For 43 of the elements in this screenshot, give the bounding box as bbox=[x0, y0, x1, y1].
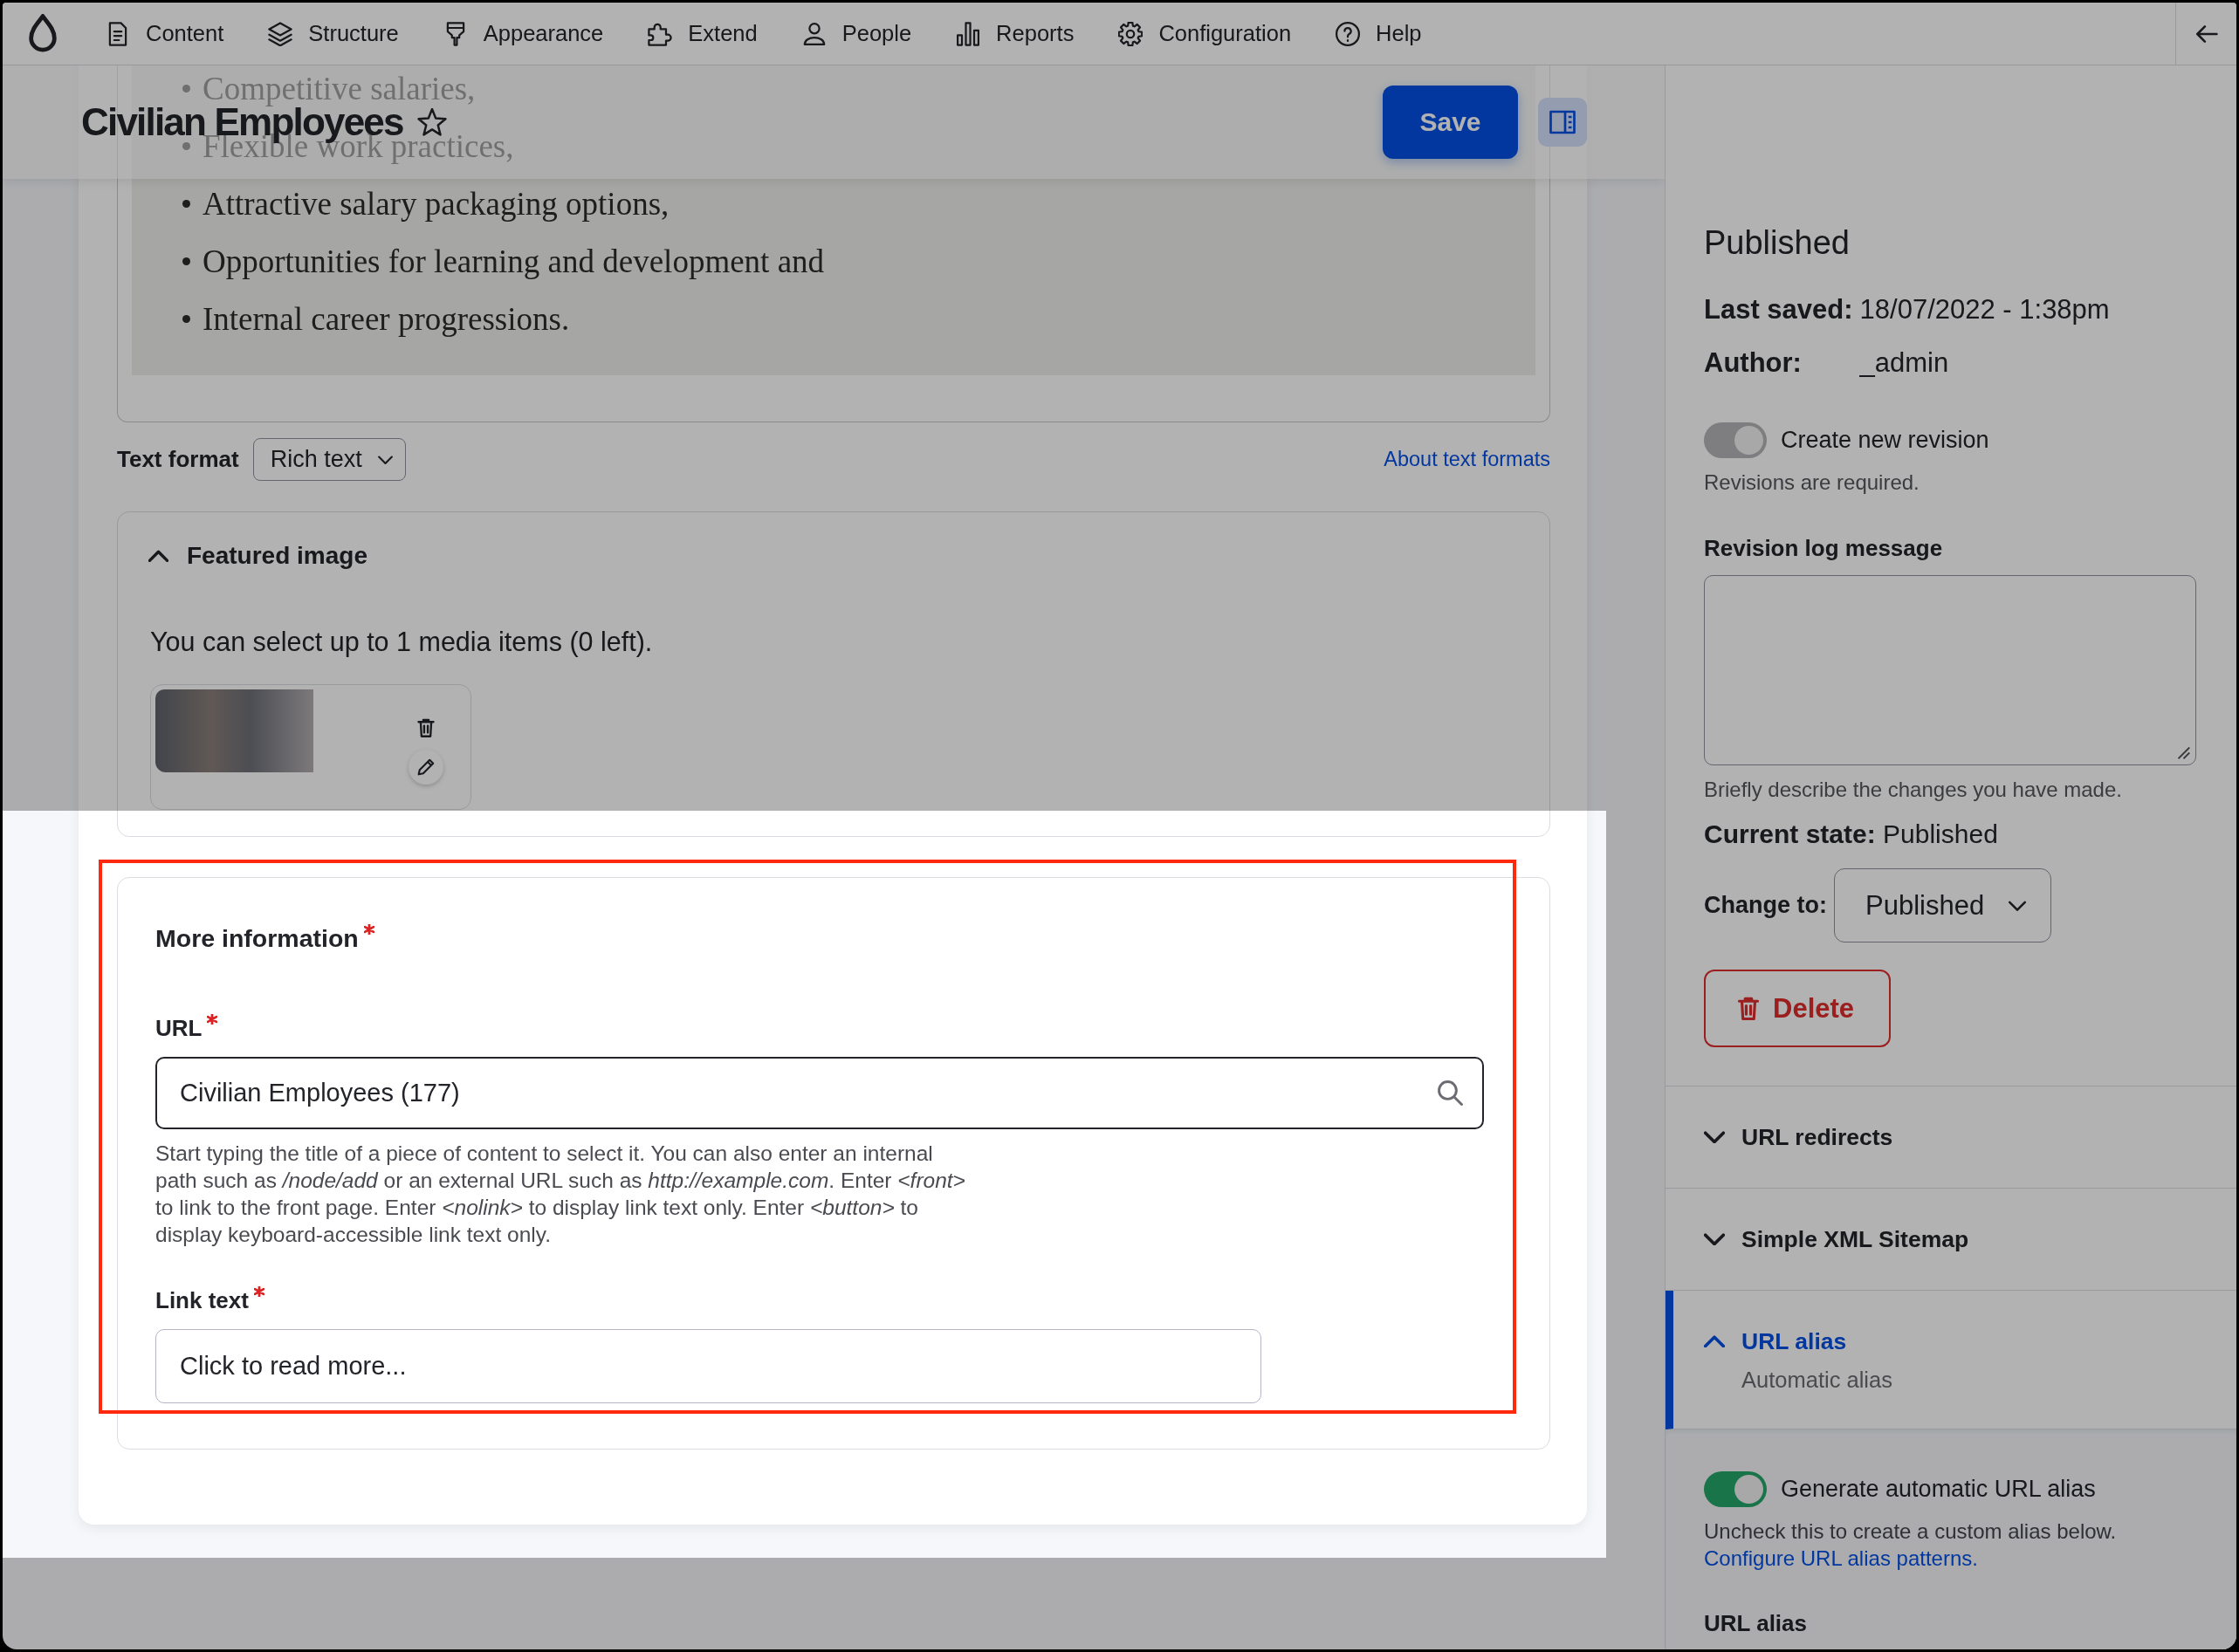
toolbar-link[interactable]: Content bbox=[106, 21, 224, 46]
url-field[interactable]: Civilian Employees (177) bbox=[155, 1057, 1484, 1129]
text-formats-link[interactable]: About text formats bbox=[1384, 448, 1550, 471]
field-label: URL bbox=[155, 1014, 203, 1043]
field-description: Briefly describe the changes you have made. bbox=[1704, 777, 2123, 803]
section-toggle[interactable]: Simple XML Sitemap bbox=[1704, 1224, 1969, 1254]
meta-value: _admin bbox=[1859, 346, 1950, 380]
meta-label: Last saved: bbox=[1704, 293, 1853, 326]
field-note: Revisions are required. bbox=[1704, 470, 1920, 496]
status-heading: Published bbox=[1704, 223, 1851, 262]
section-summary: Automatic alias bbox=[1741, 1367, 1892, 1393]
link-text-field[interactable]: Click to read more... bbox=[155, 1329, 1261, 1403]
field-label: Text format bbox=[117, 446, 239, 473]
list-item: Attractive salary packaging options, bbox=[203, 184, 670, 223]
meta-label: Author: bbox=[1704, 346, 1803, 380]
toolbar-link[interactable]: Help bbox=[1336, 21, 1422, 46]
field-description: Start typing the title of a piece of content to select it. You can also enter an internal path such as /node/add or an external URL such as http://example.com. Enter <front> to link to the front page. Enter <nolink> to display link text only. Enter <button> to display keyboard-accessible link text only. bbox=[155, 1141, 966, 1248]
toolbar-link[interactable]: Reports bbox=[956, 21, 1075, 46]
section-toggle[interactable]: Featured image bbox=[148, 541, 367, 570]
field-label: Revision log message bbox=[1704, 534, 1944, 563]
toggle-label: Generate automatic URL alias bbox=[1781, 1476, 2096, 1503]
section-toggle[interactable]: URL alias bbox=[1704, 1326, 1847, 1356]
alias-patterns-link[interactable]: Configure URL alias patterns. bbox=[1704, 1546, 1978, 1570]
meta-value: 18/07/2022 - 1:38pm bbox=[1859, 293, 2111, 326]
field-label: Link text bbox=[155, 1286, 249, 1315]
state-value: Published bbox=[1883, 819, 1998, 848]
list-item: Opportunities for learning and development and bbox=[203, 242, 825, 280]
state-label: Current state: bbox=[1704, 819, 1876, 848]
toolbar-link[interactable]: Configuration bbox=[1118, 21, 1292, 46]
toolbar-link[interactable]: People bbox=[801, 21, 912, 46]
list-item: Competitive salaries, bbox=[203, 69, 476, 107]
search-icon bbox=[1438, 1080, 1463, 1106]
section-toggle[interactable]: URL redirects bbox=[1704, 1122, 1893, 1152]
toolbar-link[interactable]: Structure bbox=[268, 21, 399, 46]
field-label: Change to: bbox=[1704, 892, 1827, 919]
media-limit-note: You can select up to 1 media items (0 left). bbox=[150, 626, 654, 657]
toggle-label: Create new revision bbox=[1781, 427, 1989, 454]
section-title: More information bbox=[155, 923, 359, 953]
field-description: Uncheck this to create a custom alias below. bbox=[1704, 1519, 2117, 1543]
toolbar-link[interactable]: Appearance bbox=[443, 21, 604, 46]
toolbar-link[interactable]: Extend bbox=[648, 21, 758, 46]
field-label: URL alias bbox=[1704, 1609, 1808, 1638]
list-item: Internal career progressions. bbox=[203, 299, 570, 338]
